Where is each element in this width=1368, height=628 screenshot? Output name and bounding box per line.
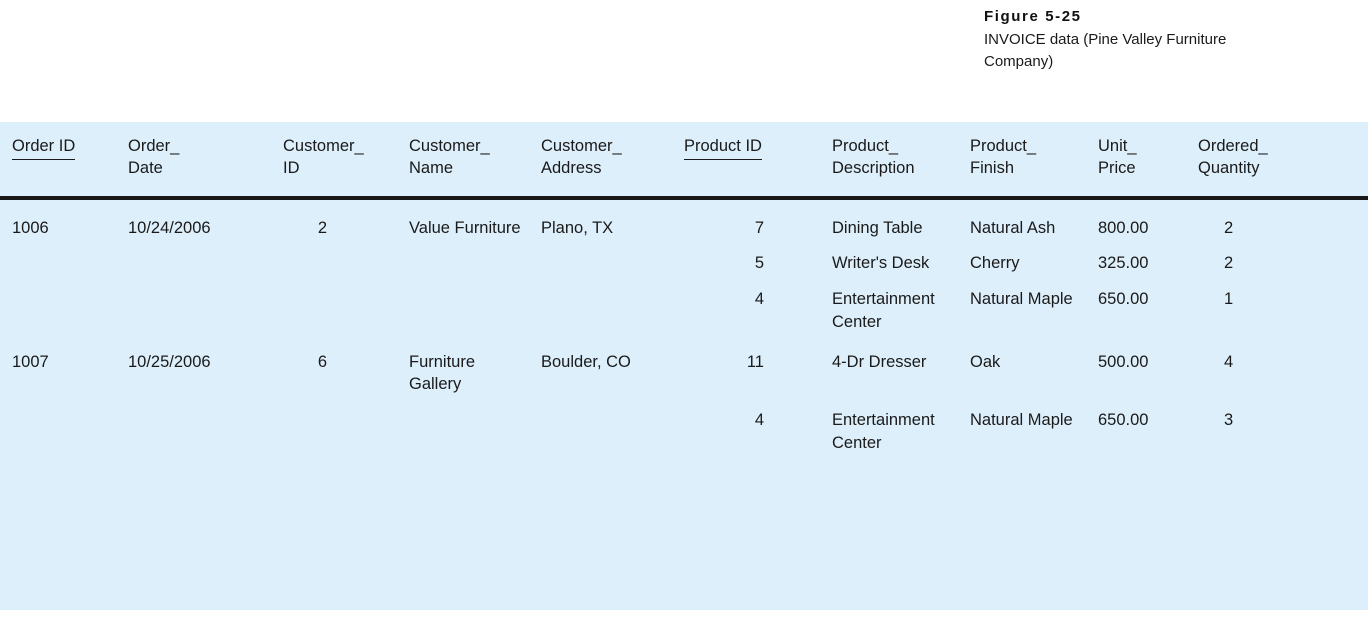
table-row: 4 Entertainment Center Natural Maple 650… xyxy=(0,275,1368,334)
cell-unit-price: 650.00 xyxy=(1098,411,1149,430)
cell-ordered-quantity: 2 xyxy=(1224,254,1234,273)
cell-product-id: 5 xyxy=(754,254,764,273)
cell-product-description: 4-Dr Dresser xyxy=(832,352,927,371)
column-header-product-id-label: Product ID xyxy=(684,136,762,160)
cell-product-finish: Cherry xyxy=(970,254,1020,273)
column-header-ordered-quantity: Ordered_ Quantity xyxy=(1194,122,1368,200)
cell-product-description: Writer's Desk xyxy=(832,254,930,273)
column-header-customer-name-label-1: Customer_ xyxy=(409,137,490,155)
cell-customer-address xyxy=(531,239,676,275)
cell-ordered-quantity: 2 xyxy=(1224,218,1234,237)
table-row: 1006 10/24/2006 2 Value Furniture Plano,… xyxy=(0,198,1368,240)
table-row: 5 Writer's Desk Cherry 325.00 2 xyxy=(0,239,1368,275)
column-header-ordered-quantity-label-2: Quantity xyxy=(1198,158,1260,177)
column-header-product-description-label-1: Product_ xyxy=(832,137,899,155)
column-header-product-description: Product_ Description xyxy=(824,122,960,200)
column-header-product-finish-label-1: Product_ xyxy=(970,137,1037,155)
column-header-customer-id: Customer_ ID xyxy=(273,122,401,200)
table-body: 1006 10/24/2006 2 Value Furniture Plano,… xyxy=(0,198,1368,455)
column-header-customer-address-label-1: Customer_ xyxy=(541,137,622,155)
cell-product-id: 4 xyxy=(754,290,764,309)
cell-unit-price: 500.00 xyxy=(1098,352,1149,371)
cell-unit-price: 325.00 xyxy=(1098,254,1149,273)
cell-product-description: Entertainment Center xyxy=(832,290,935,331)
cell-order-date: 10/24/2006 xyxy=(128,218,211,237)
column-header-product-finish: Product_ Finish xyxy=(960,122,1090,200)
cell-product-finish: Oak xyxy=(970,352,1001,371)
cell-customer-id xyxy=(273,396,401,455)
cell-product-id: 7 xyxy=(754,218,764,237)
cell-order-id xyxy=(0,396,118,455)
cell-order-id: 1006 xyxy=(12,218,49,237)
cell-order-date xyxy=(118,396,273,455)
cell-unit-price: 650.00 xyxy=(1098,290,1149,309)
cell-customer-name xyxy=(401,396,531,455)
figure-caption-text: INVOICE data (Pine Valley Furniture Comp… xyxy=(984,30,1227,70)
column-header-order-date-label-2: Date xyxy=(128,158,163,177)
cell-ordered-quantity: 1 xyxy=(1224,290,1234,309)
column-header-product-id: Product ID xyxy=(676,122,824,200)
column-header-order-date-label-1: Order_ xyxy=(128,137,180,155)
figure-caption-block: Figure 5-25 INVOICE data (Pine Valley Fu… xyxy=(984,8,1368,72)
cell-customer-address xyxy=(531,275,676,334)
column-header-order-date: Order_ Date xyxy=(118,122,273,200)
cell-order-date xyxy=(118,239,273,275)
column-header-order-id-label: Order ID xyxy=(12,136,76,160)
column-header-ordered-quantity-label-1: Ordered_ xyxy=(1198,137,1268,155)
cell-customer-address xyxy=(531,396,676,455)
column-header-unit-price: Unit_ Price xyxy=(1090,122,1194,200)
cell-order-id xyxy=(0,275,118,334)
cell-customer-id xyxy=(273,275,401,334)
cell-product-finish: Natural Ash xyxy=(970,218,1056,237)
invoice-data-table: Order ID Order_ Date Customer_ ID Custom… xyxy=(0,122,1368,455)
column-header-order-id: Order ID xyxy=(0,122,118,200)
table-header-row: Order ID Order_ Date Customer_ ID Custom… xyxy=(0,122,1368,200)
cell-customer-address: Plano, TX xyxy=(541,218,614,237)
cell-order-id xyxy=(0,239,118,275)
cell-product-id: 4 xyxy=(754,411,764,430)
column-header-unit-price-label-1: Unit_ xyxy=(1098,137,1137,155)
cell-product-description: Dining Table xyxy=(832,218,923,237)
cell-ordered-quantity: 4 xyxy=(1224,352,1234,371)
column-header-product-description-label-2: Description xyxy=(832,158,915,177)
figure-number: Figure 5-25 xyxy=(984,8,1082,25)
cell-product-finish: Natural Maple xyxy=(970,411,1073,430)
cell-order-id: 1007 xyxy=(12,352,49,371)
cell-ordered-quantity: 3 xyxy=(1224,411,1234,430)
cell-unit-price: 800.00 xyxy=(1098,218,1149,237)
cell-customer-id: 2 xyxy=(317,218,327,237)
cell-customer-id: 6 xyxy=(317,352,327,371)
cell-customer-id xyxy=(273,239,401,275)
cell-customer-name xyxy=(401,239,531,275)
cell-product-description: Entertainment Center xyxy=(832,411,935,452)
column-header-customer-name: Customer_ Name xyxy=(401,122,531,200)
cell-product-finish: Natural Maple xyxy=(970,290,1073,309)
column-header-product-finish-label-2: Finish xyxy=(970,158,1015,177)
cell-customer-name: Value Furniture xyxy=(409,218,521,237)
column-header-customer-id-label-2: ID xyxy=(283,158,300,177)
cell-order-date xyxy=(118,275,273,334)
cell-customer-address: Boulder, CO xyxy=(541,352,631,371)
table-row: 4 Entertainment Center Natural Maple 650… xyxy=(0,396,1368,455)
column-header-customer-name-label-2: Name xyxy=(409,158,454,177)
cell-order-date: 10/25/2006 xyxy=(128,352,211,371)
column-header-unit-price-label-2: Price xyxy=(1098,158,1136,177)
column-header-customer-address-label-2: Address xyxy=(541,158,602,177)
column-header-customer-id-label-1: Customer_ xyxy=(283,137,364,155)
column-header-customer-address: Customer_ Address xyxy=(531,122,676,200)
invoice-table-panel: Order ID Order_ Date Customer_ ID Custom… xyxy=(0,122,1368,610)
table-row: 1007 10/25/2006 6 Furniture Gallery Boul… xyxy=(0,334,1368,397)
cell-customer-name: Furniture Gallery xyxy=(409,352,476,394)
cell-customer-name xyxy=(401,275,531,334)
cell-product-id: 11 xyxy=(746,352,764,371)
